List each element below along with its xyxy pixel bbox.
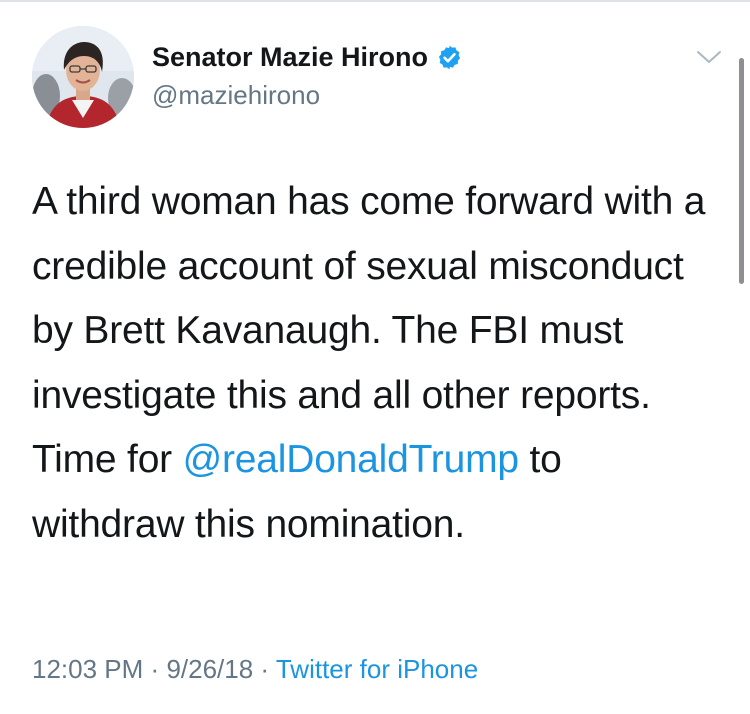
avatar[interactable] [32, 26, 134, 128]
top-divider [0, 0, 750, 2]
tweet-text-part1: A third woman has come forward with a cr… [32, 180, 706, 481]
scrollbar[interactable] [739, 58, 744, 284]
tweet-text: A third woman has come forward with a cr… [32, 170, 722, 557]
author-display-name[interactable]: Senator Mazie Hirono [152, 42, 463, 73]
meta-separator: · [150, 654, 160, 684]
meta-separator: · [260, 654, 270, 684]
tweet-metadata: 12:03 PM · 9/26/18 · Twitter for iPhone [32, 654, 478, 685]
mention-link[interactable]: @realDonaldTrump [183, 438, 519, 481]
tweet-source-link[interactable]: Twitter for iPhone [276, 654, 478, 684]
tweet-date[interactable]: 9/26/18 [166, 654, 253, 684]
verified-badge-icon [438, 45, 461, 70]
tweet-menu-button[interactable] [694, 46, 724, 68]
tweet-time[interactable]: 12:03 PM [32, 654, 143, 684]
author-handle[interactable]: @maziehirono [152, 80, 320, 111]
chevron-down-icon [697, 51, 721, 63]
profile-photo [32, 26, 134, 128]
author-name: Senator Mazie Hirono [152, 42, 429, 72]
